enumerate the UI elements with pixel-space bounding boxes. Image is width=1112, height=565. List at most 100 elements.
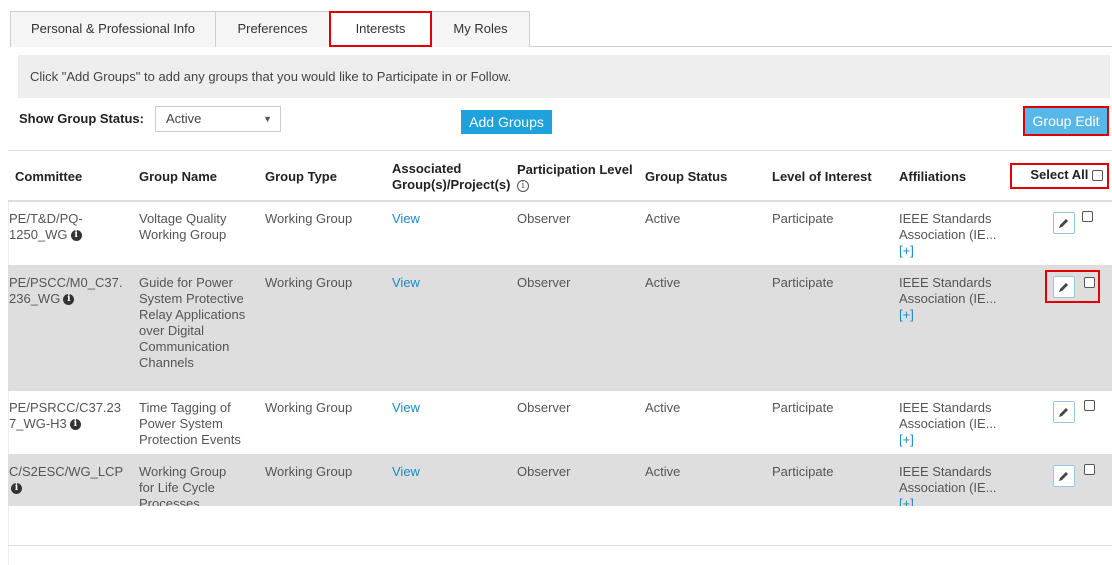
affiliation-expand-link[interactable]: [+] bbox=[899, 432, 997, 448]
table-row: C/S2ESC/WG_LCP i Working Group for Life … bbox=[8, 455, 1112, 506]
committee-text-line2: 1250_WG bbox=[9, 227, 68, 242]
associated-view-link[interactable]: View bbox=[392, 275, 420, 291]
affiliation-line1: IEEE Standards bbox=[899, 275, 992, 290]
header-committee[interactable]: Committee bbox=[15, 151, 82, 203]
header-associated-line1: Associated bbox=[392, 161, 462, 176]
info-icon[interactable]: i bbox=[11, 483, 22, 495]
group-type-cell: Working Group bbox=[265, 400, 353, 415]
header-associated[interactable]: Associated Group(s)/Project(s) bbox=[392, 151, 510, 203]
group-edit-highlight: Group Edit bbox=[1023, 106, 1109, 136]
pencil-icon bbox=[1059, 283, 1068, 292]
group-name-line: Relay Applications bbox=[139, 307, 246, 322]
group-name-line: Guide for Power bbox=[139, 275, 233, 290]
status-cell: Active bbox=[645, 400, 681, 415]
interest-cell: Participate bbox=[772, 211, 834, 226]
group-name-line: Working Group bbox=[139, 227, 227, 242]
group-type-cell: Working Group bbox=[265, 275, 353, 290]
affiliation-expand-link[interactable]: [+] bbox=[899, 243, 997, 259]
committee-text-line1: PE/PSCC/M0_C37. bbox=[9, 275, 123, 290]
info-banner: Click "Add Groups" to add any groups tha… bbox=[18, 55, 1110, 98]
interest-cell: Participate bbox=[772, 400, 834, 415]
affiliation-line2: Association (IE... bbox=[899, 480, 997, 495]
table-header: Committee Group Name Group Type Associat… bbox=[8, 150, 1112, 202]
chevron-down-icon: ▼ bbox=[263, 114, 272, 124]
show-group-status-label: Show Group Status: bbox=[19, 111, 144, 126]
affiliation-line2: Association (IE... bbox=[899, 227, 997, 242]
row-checkbox[interactable] bbox=[1082, 211, 1093, 222]
edit-button[interactable] bbox=[1053, 276, 1075, 298]
row-checkbox[interactable] bbox=[1084, 277, 1095, 288]
associated-view-link[interactable]: View bbox=[392, 464, 420, 480]
group-name-line: Protection Events bbox=[139, 432, 241, 447]
info-icon[interactable]: i bbox=[63, 294, 75, 306]
group-status-select[interactable]: Active ▼ bbox=[155, 106, 281, 132]
pencil-icon bbox=[1059, 472, 1068, 481]
committee-cell: PE/PSCC/M0_C37. 236_WG i bbox=[9, 275, 122, 307]
interest-cell: Participate bbox=[772, 275, 834, 290]
group-name-cell: Guide for Power System Protective Relay … bbox=[139, 275, 245, 371]
info-circle-icon[interactable]: i bbox=[517, 180, 529, 192]
committee-text-line2: 236_WG bbox=[9, 291, 61, 306]
status-cell: Active bbox=[645, 464, 681, 479]
participation-cell: Observer bbox=[517, 400, 571, 415]
table-bottom-border bbox=[8, 545, 1112, 546]
affiliation-expand-link[interactable]: [+] bbox=[899, 307, 997, 323]
select-all-highlight: Select All bbox=[1010, 163, 1109, 189]
committee-text-line1: C/S2ESC/WG_LCP bbox=[9, 464, 124, 479]
select-all-label: Select All bbox=[1030, 167, 1089, 182]
committee-text-line1: PE/T&D/PQ- bbox=[9, 211, 83, 226]
row-checkbox[interactable] bbox=[1084, 400, 1095, 411]
edit-button[interactable] bbox=[1053, 401, 1075, 423]
affiliation-line2: Association (IE... bbox=[899, 416, 997, 431]
edit-button[interactable] bbox=[1053, 465, 1075, 487]
affiliations-cell: IEEE Standards Association (IE... [+] bbox=[899, 275, 997, 323]
participation-cell: Observer bbox=[517, 275, 571, 290]
groups-table: Committee Group Name Group Type Associat… bbox=[8, 150, 1112, 506]
group-name-line: Voltage Quality bbox=[139, 211, 227, 226]
group-name-line: Power System bbox=[139, 416, 223, 431]
affiliation-line1: IEEE Standards bbox=[899, 211, 992, 226]
affiliation-line1: IEEE Standards bbox=[899, 400, 992, 415]
info-icon[interactable]: i bbox=[69, 419, 81, 431]
interest-cell: Participate bbox=[772, 464, 834, 479]
tab-my-roles[interactable]: My Roles bbox=[431, 11, 530, 47]
committee-text-line1: PE/PSRCC/C37.23 bbox=[9, 400, 121, 415]
group-name-cell: Time Tagging of Power System Protection … bbox=[139, 400, 241, 448]
header-participation-level[interactable]: Participation Level i bbox=[517, 151, 633, 203]
select-all-control[interactable]: Select All bbox=[1030, 167, 1103, 182]
edit-button[interactable] bbox=[1053, 212, 1075, 234]
affiliation-line2: Association (IE... bbox=[899, 291, 997, 306]
affiliations-cell: IEEE Standards Association (IE... [+] bbox=[899, 211, 997, 259]
tab-interests[interactable]: Interests bbox=[329, 11, 432, 47]
affiliation-expand-link[interactable]: [+] bbox=[899, 496, 997, 506]
add-groups-button[interactable]: Add Groups bbox=[461, 110, 552, 134]
info-icon[interactable]: i bbox=[70, 230, 82, 242]
tab-preferences[interactable]: Preferences bbox=[215, 11, 330, 47]
header-affiliations[interactable]: Affiliations bbox=[899, 151, 966, 203]
pencil-icon bbox=[1059, 408, 1068, 417]
group-name-line: for Life Cycle bbox=[139, 480, 215, 495]
group-name-line: Channels bbox=[139, 355, 194, 370]
committee-text-line2: 7_WG-H3 bbox=[9, 416, 67, 431]
participation-cell: Observer bbox=[517, 464, 571, 479]
header-group-name[interactable]: Group Name bbox=[139, 151, 217, 203]
participation-cell: Observer bbox=[517, 211, 571, 226]
status-cell: Active bbox=[645, 211, 681, 226]
associated-view-link[interactable]: View bbox=[392, 400, 420, 416]
header-associated-line2: Group(s)/Project(s) bbox=[392, 177, 511, 192]
header-level-of-interest[interactable]: Level of Interest bbox=[772, 151, 872, 203]
tab-personal-professional-info[interactable]: Personal & Professional Info bbox=[10, 11, 216, 47]
table-row: PE/PSRCC/C37.23 7_WG-H3 i Time Tagging of… bbox=[8, 391, 1112, 455]
header-group-status[interactable]: Group Status bbox=[645, 151, 727, 203]
group-edit-button[interactable]: Group Edit bbox=[1025, 108, 1107, 134]
committee-cell: PE/PSRCC/C37.23 7_WG-H3 i bbox=[9, 400, 121, 432]
header-group-type[interactable]: Group Type bbox=[265, 151, 337, 203]
group-name-line: Working Group bbox=[139, 464, 227, 479]
select-all-checkbox[interactable] bbox=[1092, 170, 1103, 182]
group-name-line: System Protective bbox=[139, 291, 244, 306]
associated-view-link[interactable]: View bbox=[392, 211, 420, 227]
row-checkbox[interactable] bbox=[1084, 464, 1095, 475]
committee-cell: PE/T&D/PQ- 1250_WG i bbox=[9, 211, 83, 243]
group-type-cell: Working Group bbox=[265, 211, 353, 226]
affiliations-cell: IEEE Standards Association (IE... [+] bbox=[899, 400, 997, 448]
